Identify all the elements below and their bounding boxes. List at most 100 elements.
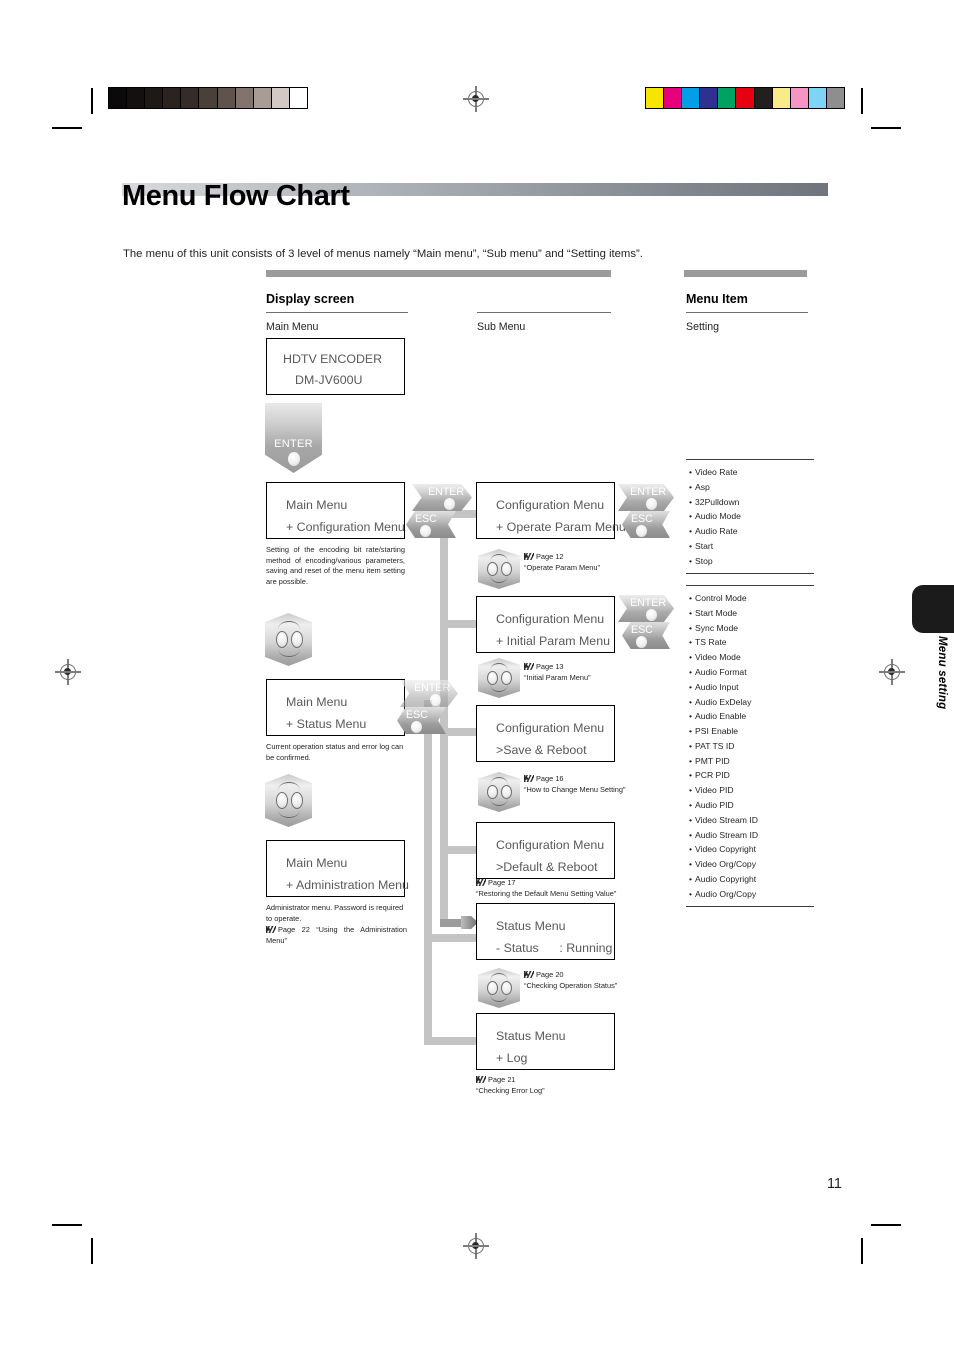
sub-menu-log-ref-page: Page 21 [488,1075,516,1084]
calibration-swatch [663,88,682,108]
setting-item: PCR PID [689,768,814,783]
sub-menu-initial-param-line2: + Initial Param Menu [496,634,610,648]
calibration-swatch [162,88,181,108]
oval-button-icon-1a [276,631,288,648]
updown-hex-button-5[interactable] [478,772,520,812]
setting-item: Audio Format [689,665,814,680]
menu-item-header-band [684,270,807,277]
oval-button-icon-2b [291,792,303,809]
updown-hex-button-1[interactable] [265,613,312,666]
enter-badge-operate-param-dot-icon [646,498,657,510]
main-menu-status-box[interactable]: Main Menu + Status Menu [266,679,405,736]
crop-mark-bottom-left-v [91,1238,93,1264]
sub-menu-initial-param-box[interactable]: Configuration Menu + Initial Param Menu [476,596,615,653]
enter-key-dot-icon [287,452,300,466]
esc-badge-initial-param[interactable]: ESC [622,622,670,649]
page-title: Menu Flow Chart [122,180,350,213]
sub-menu-operate-param-reference: Page 12 “Operate Param Menu” [524,552,634,573]
sub-menu-default-reboot-line2: >Default & Reboot [496,860,598,874]
enter-badge-operate-param[interactable]: ENTER [618,484,674,511]
menu-item-heading: Menu Item [686,292,748,306]
setting-item: Audio Enable [689,709,814,724]
menu-item-heading-rule [686,312,808,313]
reference-book-icon-1 [524,553,534,560]
esc-badge-operate-param[interactable]: ESC [622,511,670,538]
sub-menu-save-reboot-box[interactable]: Configuration Menu >Save & Reboot [476,705,615,762]
connector-to-initial-param [440,620,476,628]
setting-item: PAT TS ID [689,739,814,754]
main-menu-administration-ref-page: Page 22 [278,925,310,934]
sub-menu-log-line2: + Log [496,1051,528,1065]
sub-menu-operate-param-box[interactable]: Configuration Menu + Operate Param Menu [476,482,626,539]
main-menu-status-line1: Main Menu [286,695,348,709]
reference-book-icon-5 [524,971,534,978]
sub-menu-status-running-box[interactable]: Status Menu - Status : Running [476,903,615,960]
esc-badge-configuration[interactable]: ESC [406,511,456,538]
reference-book-icon-4 [476,879,486,886]
oval-button-icon-1b [291,631,303,648]
updown-hex-button-4[interactable] [478,658,520,698]
calibration-swatch [681,88,700,108]
setting-item: PMT PID [689,754,814,769]
display-screen-heading: Display screen [266,292,355,306]
main-menu-configuration-box[interactable]: Main Menu + Configuration Menu [266,482,405,539]
device-model-box: HDTV ENCODER DM-JV600U [266,338,405,395]
registration-mark-left [55,659,81,685]
oval-button-icon-5b [501,785,512,799]
setting-item: Video PID [689,783,814,798]
enter-badge-operate-param-label: ENTER [630,486,666,498]
down-arrow-icon-4 [490,684,508,692]
sub-menu-log-box[interactable]: Status Menu + Log [476,1013,615,1070]
updown-hex-button-2[interactable] [265,774,312,827]
sub-menu-operate-param-line1: Configuration Menu [496,498,605,512]
enter-badge-configuration[interactable]: ENTER [412,484,472,511]
setting-column-label: Setting [686,321,719,333]
down-arrow-icon-6 [490,994,508,1002]
sub-menu-initial-param-ref-page: Page 13 [536,662,564,671]
side-tab-label: Menu setting [936,636,948,710]
updown-hex-button-6[interactable] [478,968,520,1008]
setting-item: 32Pulldown [689,495,814,510]
enter-badge-initial-param[interactable]: ENTER [618,595,674,622]
reference-book-icon-2 [524,663,534,670]
main-menu-administration-box[interactable]: Main Menu + Administration Menu [266,840,409,897]
setting-item: Audio Org/Copy [689,887,814,902]
sub-menu-save-reboot-line1: Configuration Menu [496,721,605,735]
registration-mark-right [879,659,905,685]
sub-menu-default-reboot-box[interactable]: Configuration Menu >Default & Reboot [476,822,615,879]
esc-badge-initial-param-label: ESC [631,624,653,636]
setting-item: Stop [689,554,814,569]
setting-item: Audio Stream ID [689,828,814,843]
connector-configuration-trunk [440,512,448,927]
main-menu-configuration-line2: + Configuration Menu [286,520,405,534]
main-menu-administration-line1: Main Menu [286,856,348,870]
sub-menu-default-reboot-reference: Page 17 “Restoring the Default Menu Sett… [476,878,636,899]
reference-book-icon-6 [476,1076,486,1083]
main-menu-administration-caption: Administrator menu. Password is required… [266,903,404,923]
sub-menu-default-reboot-line1: Configuration Menu [496,838,605,852]
calibration-swatch [753,88,772,108]
updown-hex-button-3[interactable] [478,549,520,589]
sub-menu-initial-param-line1: Configuration Menu [496,612,605,626]
sub-menu-initial-param-ref-title: “Initial Param Menu” [524,672,591,682]
enter-key-down-arrow[interactable]: ENTER [265,403,322,473]
sub-menu-operate-param-ref-title: “Operate Param Menu” [524,562,600,572]
setting-group-1-bottom-rule [686,572,814,574]
esc-badge-status-label: ESC [406,709,428,721]
setting-item: Asp [689,480,814,495]
calibration-swatch [198,88,217,108]
enter-badge-status[interactable]: ENTER [400,680,458,707]
enter-badge-configuration-label: ENTER [428,486,464,498]
setting-item: Audio ExDelay [689,695,814,710]
down-arrow-icon-5 [490,798,508,806]
setting-item: Audio Input [689,680,814,695]
esc-badge-status[interactable]: ESC [397,707,446,734]
display-screen-header-band [266,270,611,277]
sub-menu-default-reboot-ref-page: Page 17 [488,878,516,887]
setting-item: TS Rate [689,635,814,650]
esc-badge-operate-param-dot-icon [636,525,647,537]
sub-menu-save-reboot-line2: >Save & Reboot [496,743,587,757]
calibration-swatch [180,88,199,108]
setting-item: Video Copyright [689,842,814,857]
registration-mark-top [463,86,489,112]
